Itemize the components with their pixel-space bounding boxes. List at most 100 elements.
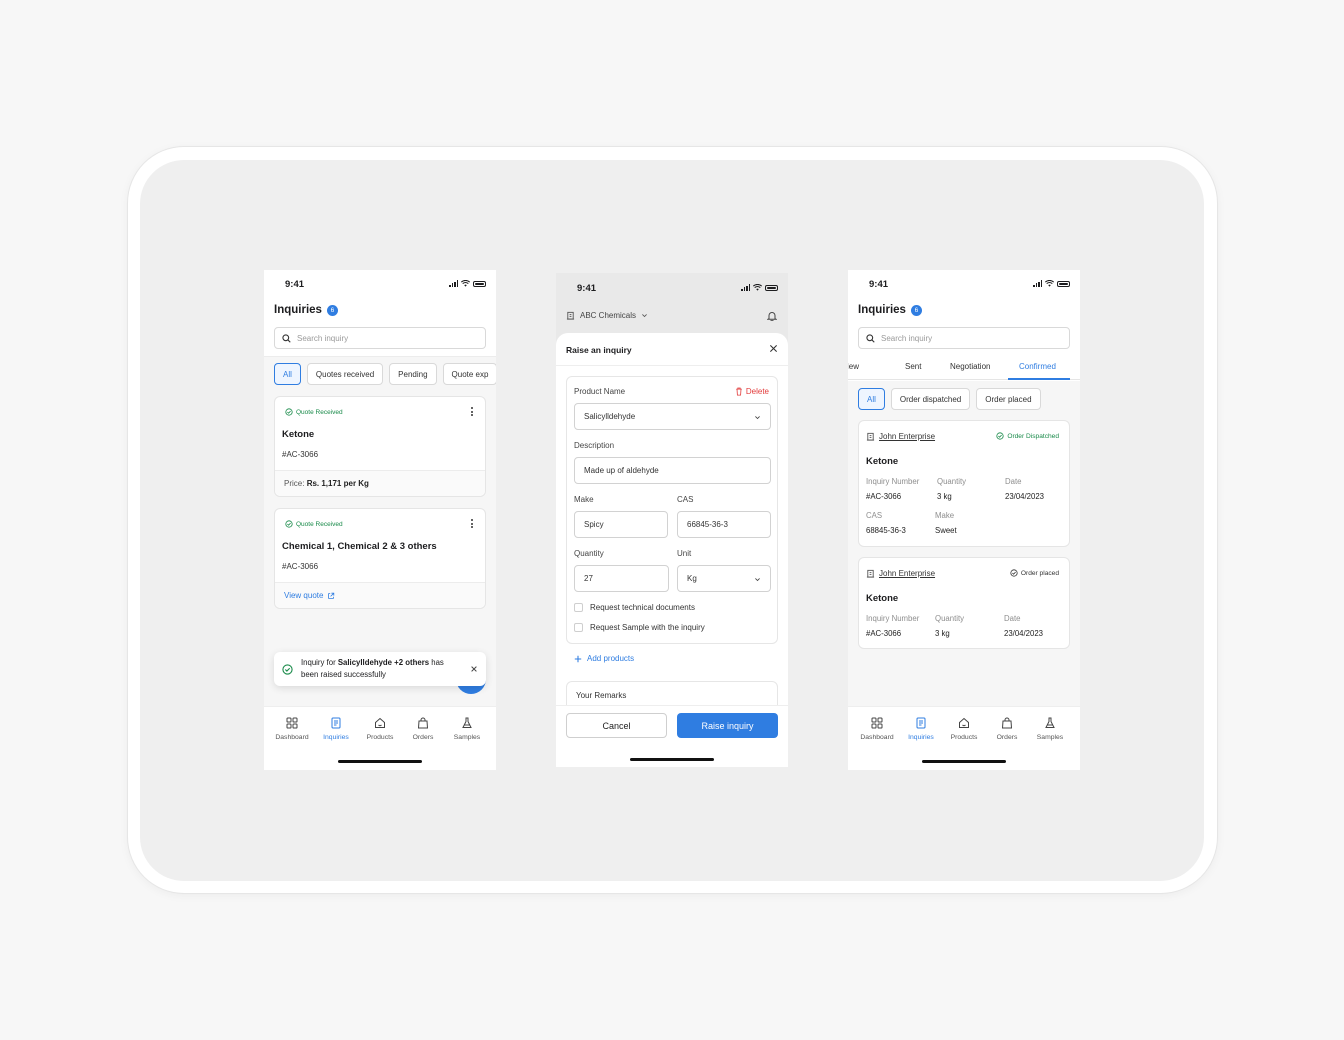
page-title-text: Inquiries	[274, 304, 322, 316]
view-quote-link[interactable]: View quote	[284, 591, 335, 600]
home-indicator	[922, 760, 1006, 763]
description-label: Description	[574, 441, 615, 450]
make-label: Make	[574, 495, 594, 504]
chip-quote-expired[interactable]: Quote exp	[442, 363, 496, 385]
tab-label: Samples	[453, 734, 481, 741]
chip-quotes-received[interactable]: Quotes received	[306, 363, 384, 385]
home-icon	[959, 717, 969, 728]
close-icon[interactable]	[769, 344, 778, 353]
quantity-field[interactable]: 27	[574, 565, 669, 592]
tab-dashboard[interactable]: Dashboard	[855, 717, 899, 741]
tab-negotiation[interactable]: Negotiation	[950, 362, 990, 371]
field-label: Date	[1004, 614, 1021, 623]
field-value: 23/04/2023	[1005, 492, 1045, 501]
bag-icon	[1001, 717, 1013, 729]
checkbox[interactable]	[574, 603, 583, 612]
more-icon[interactable]	[471, 519, 473, 528]
search-icon	[866, 333, 875, 343]
wifi-icon	[461, 280, 470, 287]
signal-icon	[741, 284, 750, 291]
chip-order-dispatched[interactable]: Order dispatched	[890, 388, 971, 410]
bell-icon[interactable]	[767, 311, 777, 321]
firm-name: John Enterprise	[879, 432, 936, 441]
cas-label: CAS	[677, 495, 694, 504]
search-input[interactable]: Search inquiry	[274, 327, 486, 349]
close-icon[interactable]	[470, 665, 478, 673]
tab-products[interactable]: Products	[358, 717, 402, 741]
status-bar: 9:41	[848, 270, 1080, 298]
make-field: Make Sweet	[935, 511, 957, 535]
field-value: 3 kg	[937, 492, 952, 501]
raise-inquiry-button[interactable]: Raise inquiry	[677, 713, 778, 738]
technical-docs-checkbox[interactable]: Request technical documents	[574, 603, 695, 612]
add-products-label: Add products	[587, 654, 635, 663]
field-value: 23/04/2023	[1004, 629, 1044, 638]
firm-link[interactable]: John Enterprise	[866, 569, 935, 578]
tab-products[interactable]: Products	[942, 717, 986, 741]
page-title-text: Inquiries	[858, 304, 906, 316]
chevron-down-icon	[642, 314, 647, 318]
field-label: Inquiry Number	[866, 614, 920, 623]
confirmed-orders-screen: 9:41 Inquiries 6 Search inquiry New Sent…	[848, 270, 1080, 770]
delete-button[interactable]: Delete	[735, 387, 769, 396]
make-field[interactable]: Spicy	[574, 511, 668, 538]
tab-orders[interactable]: Orders	[401, 717, 445, 741]
battery-icon	[473, 280, 486, 287]
tab-inquiries[interactable]: Inquiries	[314, 717, 358, 741]
status-time: 9:41	[577, 283, 597, 294]
view-quote-text: View quote	[284, 591, 324, 600]
filter-chips: All Quotes received Pending Quote exp	[274, 363, 496, 385]
add-products-button[interactable]: Add products	[574, 654, 634, 663]
flask-icon	[462, 717, 472, 728]
order-card[interactable]: John Enterprise Order placed Ketone Inqu…	[858, 557, 1070, 649]
inquiry-number: #AC-3066	[282, 562, 319, 571]
checkbox-label: Request technical documents	[590, 603, 695, 612]
order-card[interactable]: John Enterprise Order Dispatched Ketone …	[858, 420, 1070, 547]
plus-icon	[574, 655, 582, 662]
tab-samples[interactable]: Samples	[445, 717, 489, 741]
chip-order-placed[interactable]: Order placed	[976, 388, 1041, 410]
inquiry-card[interactable]: Quote Received Ketone #AC-3066 Price: Rs…	[274, 396, 486, 497]
firm-link[interactable]: John Enterprise	[866, 432, 935, 441]
tab-confirmed[interactable]: Confirmed	[1019, 362, 1056, 371]
product-name: Ketone	[866, 593, 899, 604]
count-badge: 6	[910, 304, 922, 316]
wifi-icon	[753, 284, 762, 291]
chip-all[interactable]: All	[858, 388, 885, 410]
description-field[interactable]: Made up of aldehyde	[574, 457, 771, 484]
more-icon[interactable]	[471, 407, 473, 416]
tab-sent[interactable]: Sent	[905, 362, 921, 371]
quantity-field: Quantity 3 kg	[937, 477, 966, 501]
raise-inquiry-sheet: Raise an inquiry Product Name Delete Sal…	[556, 333, 788, 767]
tab-label: Dashboard	[275, 734, 309, 741]
remarks-label: Your Remarks	[576, 691, 627, 700]
cas-field: CAS 68845-36-3	[866, 511, 906, 535]
search-input[interactable]: Search inquiry	[858, 327, 1070, 349]
inquiry-card[interactable]: Quote Received Chemical 1, Chemical 2 & …	[274, 508, 486, 609]
chip-pending[interactable]: Pending	[389, 363, 437, 385]
active-tab-indicator	[1008, 378, 1070, 380]
count-badge: 6	[326, 304, 338, 316]
building-icon	[866, 432, 875, 441]
tab-samples[interactable]: Samples	[1028, 717, 1072, 741]
unit-select[interactable]: Kg	[677, 565, 771, 592]
checkbox[interactable]	[574, 623, 583, 632]
raise-inquiry-screen: 9:41 ABC Chemicals Raise an inquiry Prod…	[556, 273, 788, 767]
date-field: Date 23/04/2023	[1004, 614, 1043, 638]
tab-new[interactable]: New	[848, 362, 859, 371]
request-sample-checkbox[interactable]: Request Sample with the inquiry	[574, 623, 705, 632]
cas-field[interactable]: 66845-36-3	[677, 511, 771, 538]
home-indicator	[630, 758, 714, 761]
search-placeholder: Search inquiry	[881, 333, 933, 343]
inquiry-number-field: Inquiry Number #AC-3066	[866, 614, 919, 638]
chip-all[interactable]: All	[274, 363, 301, 385]
page-title: Inquiries 6	[274, 304, 338, 316]
tab-inquiries[interactable]: Inquiries	[899, 717, 943, 741]
tab-dashboard[interactable]: Dashboard	[270, 717, 314, 741]
company-switcher[interactable]: ABC Chemicals	[566, 311, 648, 320]
product-name-select[interactable]: Salicylldehyde	[574, 403, 771, 430]
cancel-button[interactable]: Cancel	[566, 713, 667, 738]
tab-orders[interactable]: Orders	[985, 717, 1029, 741]
battery-icon	[765, 284, 778, 291]
cas-value: 66845-36-3	[687, 520, 728, 529]
